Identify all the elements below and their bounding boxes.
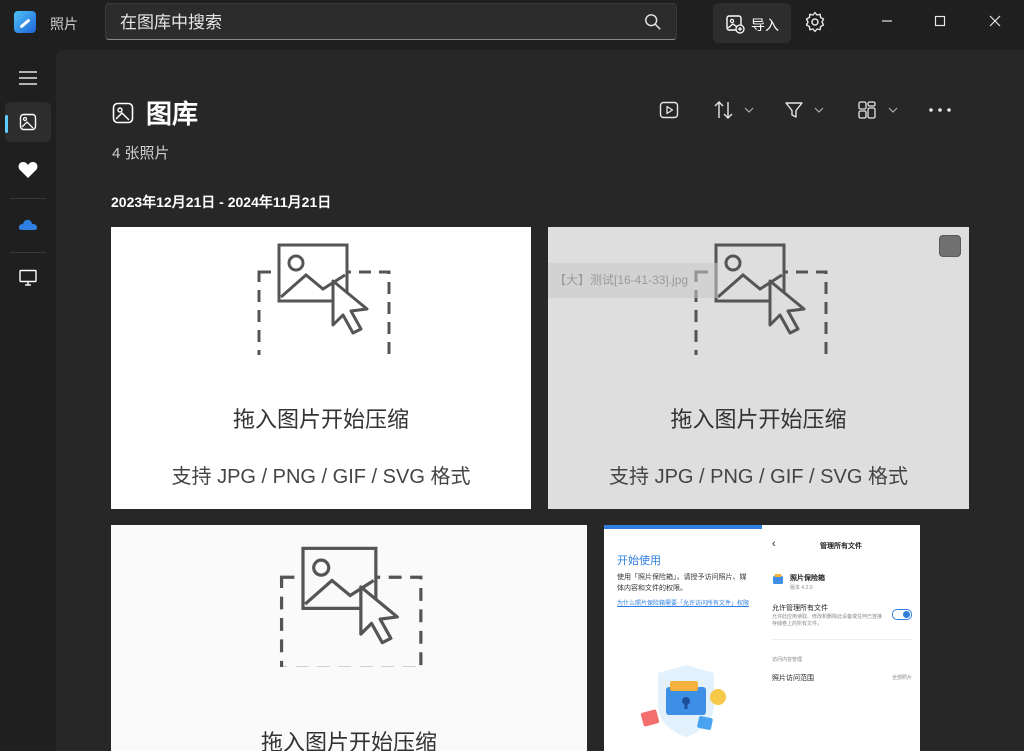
format-hint: 支持 JPG / PNG / GIF / SVG 格式 (171, 466, 471, 488)
title-bar: 照片 导入 (0, 0, 1024, 46)
drop-hint: 拖入图片开始压缩 (260, 730, 437, 751)
photo-thumbnail[interactable]: 开始使用 使用「照片保险箱」，请授予访问照片、媒体内容和文件的权限。 为什么照片… (604, 525, 920, 751)
chevron-down-icon (814, 107, 824, 113)
photo-thumbnail[interactable]: 【大】测试[16-41-33].jpg 拖入图片开始压缩 支持 JPG / PN… (548, 227, 969, 509)
screenshot-toggle (892, 609, 912, 620)
layout-button[interactable] (857, 98, 899, 122)
more-icon (929, 108, 951, 112)
sidebar-item-favorites[interactable] (5, 150, 51, 190)
photo-thumbnail[interactable]: 拖入图片开始压缩 支持 JPG / PNG / GIF / SVG 格式 (111, 227, 531, 509)
photo-count: 4 张照片 (112, 145, 170, 162)
search-box[interactable] (105, 3, 677, 40)
screenshot-permission-label: 允许管理所有文件 (772, 605, 828, 612)
sidebar-item-this-pc[interactable] (5, 258, 51, 298)
screenshot-section-label: 访问内容管理 (772, 657, 803, 663)
sort-button[interactable] (713, 98, 755, 122)
drop-hint: 拖入图片开始压缩 (232, 407, 409, 432)
sidebar-divider (10, 198, 46, 199)
date-range-header: 2023年12月21日 - 2024年11月21日 (111, 194, 332, 210)
sidebar (0, 46, 56, 751)
close-button[interactable] (972, 0, 1018, 42)
main-content: 图库 4 张照片 2023年12月21日 - 2024年11月21日 拖入图片开… (56, 50, 1024, 751)
settings-gear-icon[interactable] (803, 10, 827, 34)
gallery-icon (112, 102, 134, 124)
close-icon (989, 15, 1001, 27)
sidebar-menu-button[interactable] (5, 58, 51, 98)
grid-layout-icon (858, 101, 876, 119)
filter-icon (785, 102, 803, 118)
cloud-icon (18, 219, 37, 230)
screenshot-row-value: 全部照片 (891, 675, 912, 681)
more-options-button[interactable] (928, 98, 952, 122)
screenshot-app-name: 照片保险箱 (790, 575, 825, 582)
slideshow-icon (659, 101, 679, 119)
screenshot-link: 为什么照片保险箱需要「允许访问所有文件」权限 (617, 601, 750, 607)
app-title: 照片 (50, 16, 78, 32)
import-button[interactable]: 导入 (713, 3, 791, 43)
sidebar-item-gallery[interactable] (5, 102, 51, 142)
page-title: 图库 (146, 99, 199, 129)
computer-icon (19, 269, 37, 286)
screenshot-progress-bar (604, 525, 762, 529)
screenshot-row-label: 照片访问范围 (772, 675, 814, 682)
screenshot-permission-desc: 允许此应用读取、修改和删除此设备或任何已连接存储卷上的所有文件。 (772, 614, 883, 627)
sidebar-item-onedrive[interactable] (5, 204, 51, 244)
chevron-down-icon (744, 107, 754, 113)
select-checkbox[interactable] (939, 235, 961, 257)
heart-icon (18, 162, 38, 178)
format-hint: 支持 JPG / PNG / GIF / SVG 格式 (609, 466, 908, 488)
drop-image-icon (279, 546, 423, 667)
security-folder-illustration (640, 665, 726, 737)
screenshot-app-version: 版本 4.2.0 (790, 585, 813, 591)
drop-image-icon (257, 243, 391, 355)
chevron-down-icon (888, 107, 898, 113)
screenshot-left-panel: 开始使用 使用「照片保险箱」，请授予访问照片、媒体内容和文件的权限。 为什么照片… (604, 525, 762, 751)
screenshot-heading: 开始使用 (617, 555, 661, 567)
filename-overlay: 【大】测试[16-41-33].jpg (548, 263, 718, 298)
active-indicator (5, 115, 8, 133)
minimize-icon (882, 20, 892, 22)
sort-icon (714, 101, 733, 119)
app-logo-icon (14, 11, 36, 33)
app-shield-icon (773, 574, 783, 584)
screenshot-text: 使用「照片保险箱」，请授予访问照片、媒体内容和文件的权限。 (617, 574, 747, 592)
import-label: 导入 (751, 17, 779, 33)
screenshot-title: 管理所有文件 (820, 543, 862, 550)
maximize-icon (934, 15, 946, 27)
maximize-button[interactable] (917, 0, 963, 42)
photo-thumbnail[interactable]: 拖入图片开始压缩 (111, 525, 587, 751)
screenshot-divider (772, 639, 912, 640)
search-icon[interactable] (644, 13, 662, 31)
hamburger-icon (19, 71, 37, 85)
search-input[interactable] (118, 10, 642, 36)
sidebar-divider (10, 252, 46, 253)
filter-button[interactable] (784, 98, 825, 122)
screenshot-right-panel: ‹ 管理所有文件 照片保险箱 版本 4.2.0 允许管理所有文件 允许此应用读取… (762, 525, 920, 751)
drop-hint: 拖入图片开始压缩 (670, 407, 847, 432)
slideshow-button[interactable] (659, 98, 679, 122)
minimize-button[interactable] (864, 0, 910, 42)
gallery-icon (19, 113, 37, 131)
import-icon (726, 15, 745, 34)
